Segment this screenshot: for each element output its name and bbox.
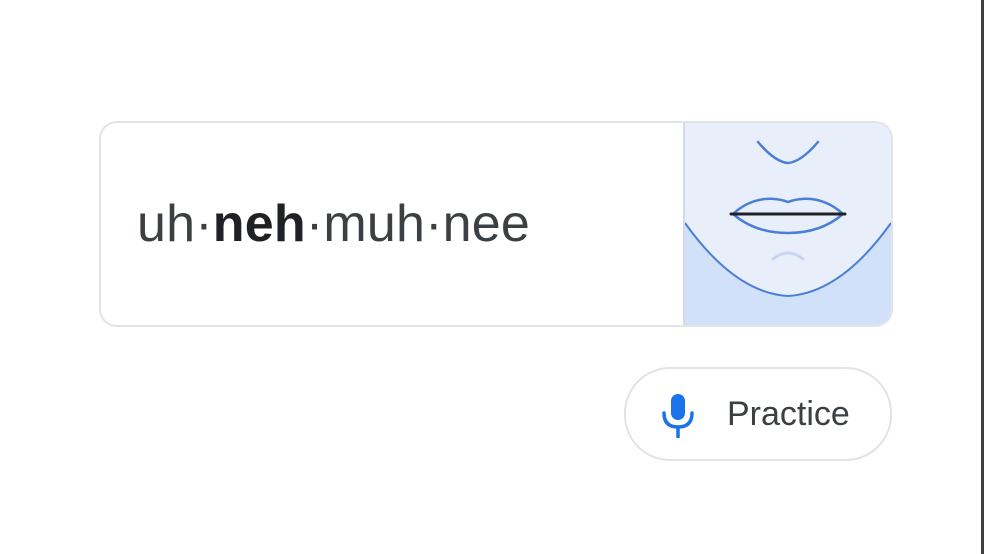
syllable-separator: · bbox=[195, 195, 213, 253]
practice-label: Practice bbox=[727, 394, 850, 433]
syllable: ·muh·nee bbox=[305, 195, 530, 253]
chin-shading bbox=[685, 223, 891, 325]
mouth-shape-illustration bbox=[685, 140, 891, 325]
microphone-icon bbox=[662, 394, 694, 438]
chin-crease bbox=[771, 251, 805, 261]
lower-lip bbox=[731, 212, 845, 235]
mouth-illustration-panel bbox=[683, 123, 891, 325]
stressed-syllable: neh bbox=[212, 195, 306, 253]
page: uh · neh ·muh·nee Practice bbox=[0, 0, 984, 554]
pronunciation-card: uh · neh ·muh·nee bbox=[99, 121, 893, 327]
practice-button[interactable]: Practice bbox=[624, 367, 892, 461]
upper-lip bbox=[731, 197, 845, 216]
syllable: uh bbox=[137, 195, 196, 253]
nose-line bbox=[756, 140, 820, 165]
phonetic-spelling: uh · neh ·muh·nee bbox=[137, 123, 530, 325]
